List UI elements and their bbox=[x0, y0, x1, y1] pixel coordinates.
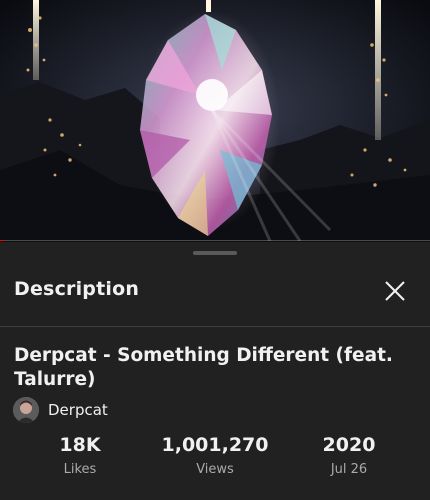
views-count: 1,001,270 bbox=[161, 434, 269, 456]
likes-label: Likes bbox=[63, 462, 97, 477]
channel-avatar[interactable] bbox=[13, 397, 39, 423]
upload-date: Jul 26 bbox=[330, 462, 368, 477]
channel-link[interactable]: Derpcat bbox=[13, 397, 108, 423]
description-panel: Description Derpcat - Something Differen… bbox=[0, 242, 430, 500]
video-frame-crystal-artwork bbox=[0, 0, 430, 241]
video-stats: 18K Likes 1,001,270 Views 2020 Jul 26 bbox=[0, 434, 430, 484]
likes-count: 18K bbox=[59, 434, 101, 456]
panel-title: Description bbox=[14, 278, 140, 300]
video-player[interactable] bbox=[0, 0, 430, 241]
views-label: Views bbox=[196, 462, 234, 477]
video-progress-bar[interactable] bbox=[0, 240, 430, 241]
likes-stat: 18K Likes bbox=[40, 434, 120, 477]
views-stat: 1,001,270 Views bbox=[150, 434, 280, 477]
channel-name: Derpcat bbox=[48, 401, 108, 419]
avatar-icon bbox=[13, 397, 39, 423]
upload-year: 2020 bbox=[322, 434, 376, 456]
close-button[interactable] bbox=[382, 278, 408, 304]
date-stat: 2020 Jul 26 bbox=[309, 434, 389, 477]
video-progress-fill bbox=[0, 240, 5, 241]
divider bbox=[0, 326, 430, 327]
video-title: Derpcat - Something Different (feat. Tal… bbox=[14, 345, 393, 390]
close-icon bbox=[385, 281, 405, 301]
drag-handle[interactable] bbox=[193, 251, 237, 255]
